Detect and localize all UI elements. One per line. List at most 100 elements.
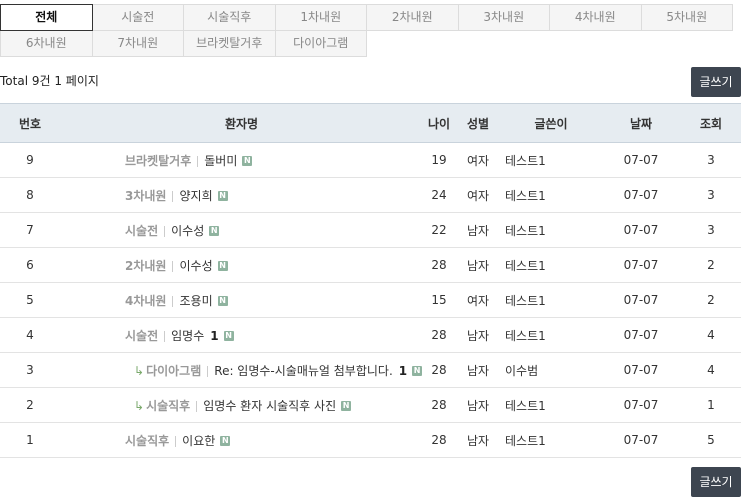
- table-row[interactable]: 7 시술전 이수성 N 22 남자 테스트1 07-07 3: [0, 212, 741, 248]
- date-cell: 07-07: [601, 317, 681, 353]
- table-row[interactable]: 4 시술전 임명수 1 N 28 남자 테스트1 07-07 4: [0, 317, 741, 353]
- views-cell: 3: [681, 177, 741, 213]
- sex-cell: 남자: [455, 422, 501, 458]
- category-label[interactable]: 시술전: [125, 329, 158, 343]
- date-cell: 07-07: [601, 387, 681, 423]
- header-writer: 글쓴이: [501, 103, 601, 143]
- new-icon: N: [242, 156, 253, 166]
- category-label[interactable]: 시술전: [125, 224, 158, 238]
- write-button-top[interactable]: 글쓰기: [691, 67, 741, 97]
- tab-4[interactable]: 1차내원: [274, 4, 367, 31]
- category-label[interactable]: 3차내원: [125, 189, 166, 203]
- writer-cell[interactable]: 테스트1: [501, 422, 601, 458]
- post-title-link[interactable]: 양지희: [179, 189, 212, 203]
- tab-1[interactable]: 전체: [0, 4, 93, 31]
- age-cell: 28: [423, 247, 455, 283]
- tab-8[interactable]: 5차내원: [640, 4, 733, 31]
- post-title-link[interactable]: 조용미: [179, 294, 212, 308]
- tab-10[interactable]: 7차내원: [91, 30, 184, 57]
- post-title-link[interactable]: 이수성: [179, 259, 212, 273]
- views-cell: 1: [681, 387, 741, 423]
- category-label[interactable]: 브라켓탈거후: [125, 154, 191, 168]
- divider: [172, 190, 174, 202]
- tab-6[interactable]: 3차내원: [457, 4, 550, 31]
- writer-cell[interactable]: 테스트1: [501, 142, 601, 178]
- header-sex: 성별: [455, 103, 501, 143]
- category-label[interactable]: 2차내원: [125, 259, 166, 273]
- header-views: 조회: [681, 103, 741, 143]
- date-cell: 07-07: [601, 247, 681, 283]
- category-label[interactable]: 4차내원: [125, 294, 166, 308]
- tab-5[interactable]: 2차내원: [366, 4, 459, 31]
- table-row[interactable]: 3 ↳ 다이아그램 Re: 임명수-시술매뉴얼 첨부합니다. 1 N 28 남자 이수범 07-0…: [0, 352, 741, 388]
- table-row[interactable]: 1 시술직후 이요한 N 28 남자 테스트1 07-07 5: [0, 422, 741, 458]
- divider: [196, 400, 198, 412]
- divider: [172, 295, 174, 307]
- table-row[interactable]: 2 ↳ 시술직후 임명수 환자 시술직후 사진 N 28 남자 테스트1 07-07 1: [0, 387, 741, 423]
- num-cell: 9: [0, 142, 60, 178]
- name-cell: 시술직후 이요한 N: [60, 422, 423, 458]
- name-cell: 시술전 이수성 N: [60, 212, 423, 248]
- name-cell: 시술전 임명수 1 N: [60, 317, 423, 353]
- tab-2[interactable]: 시술전: [91, 4, 184, 31]
- writer-cell[interactable]: 테스트1: [501, 282, 601, 318]
- tab-9[interactable]: 6차내원: [0, 30, 93, 57]
- date-cell: 07-07: [601, 177, 681, 213]
- sex-cell: 여자: [455, 282, 501, 318]
- category-label[interactable]: 다이아그램: [146, 364, 201, 378]
- name-cell: 2차내원 이수성 N: [60, 247, 423, 283]
- post-title-link[interactable]: 돌버미: [204, 154, 237, 168]
- comment-count: 1: [210, 328, 219, 343]
- new-icon: N: [412, 366, 423, 376]
- num-cell: 3: [0, 352, 60, 388]
- table-row[interactable]: 8 3차내원 양지희 N 24 여자 테스트1 07-07 3: [0, 177, 741, 213]
- post-title-link[interactable]: 임명수: [171, 329, 204, 343]
- writer-cell[interactable]: 테스트1: [501, 177, 601, 213]
- age-cell: 28: [423, 387, 455, 423]
- write-button-bottom[interactable]: 글쓰기: [691, 467, 741, 497]
- views-cell: 3: [681, 142, 741, 178]
- sex-cell: 남자: [455, 247, 501, 283]
- post-title-link[interactable]: 임명수 환자 시술직후 사진: [203, 399, 336, 413]
- age-cell: 28: [423, 352, 455, 388]
- sex-cell: 여자: [455, 142, 501, 178]
- divider: [172, 260, 174, 272]
- tab-12[interactable]: 다이아그램: [274, 30, 367, 57]
- header-name: 환자명: [60, 103, 423, 143]
- header-date: 날짜: [601, 103, 681, 143]
- new-icon: N: [341, 401, 352, 411]
- post-title-link[interactable]: 이수성: [171, 224, 204, 238]
- tab-11[interactable]: 브라켓탈거후: [183, 30, 276, 57]
- name-cell: 4차내원 조용미 N: [60, 282, 423, 318]
- reply-arrow-icon: ↳: [134, 363, 145, 378]
- table-header-row: 번호 환자명 나이 성별 글쓴이 날짜 조회: [0, 103, 741, 143]
- category-label[interactable]: 시술직후: [125, 434, 169, 448]
- name-cell: 3차내원 양지희 N: [60, 177, 423, 213]
- writer-cell[interactable]: 테스트1: [501, 387, 601, 423]
- sex-cell: 남자: [455, 317, 501, 353]
- age-cell: 15: [423, 282, 455, 318]
- table-row[interactable]: 6 2차내원 이수성 N 28 남자 테스트1 07-07 2: [0, 247, 741, 283]
- age-cell: 24: [423, 177, 455, 213]
- reply-arrow-icon: ↳: [134, 398, 145, 413]
- num-cell: 2: [0, 387, 60, 423]
- name-cell: 브라켓탈거후 돌버미 N: [60, 142, 423, 178]
- header-num: 번호: [0, 103, 60, 143]
- writer-cell[interactable]: 테스트1: [501, 317, 601, 353]
- new-icon: N: [220, 436, 231, 446]
- age-cell: 28: [423, 422, 455, 458]
- table-row[interactable]: 5 4차내원 조용미 N 15 여자 테스트1 07-07 2: [0, 282, 741, 318]
- post-title-link[interactable]: Re: 임명수-시술매뉴얼 첨부합니다.: [214, 364, 393, 378]
- writer-cell[interactable]: 테스트1: [501, 247, 601, 283]
- tab-3[interactable]: 시술직후: [183, 4, 276, 31]
- writer-cell[interactable]: 테스트1: [501, 212, 601, 248]
- new-icon: N: [217, 261, 228, 271]
- category-label[interactable]: 시술직후: [146, 399, 190, 413]
- divider: [197, 155, 199, 167]
- tab-7[interactable]: 4차내원: [549, 4, 642, 31]
- date-cell: 07-07: [601, 422, 681, 458]
- table-row[interactable]: 9 브라켓탈거후 돌버미 N 19 여자 테스트1 07-07 3: [0, 142, 741, 178]
- post-title-link[interactable]: 이요한: [182, 434, 215, 448]
- writer-cell[interactable]: 이수범: [501, 352, 601, 388]
- post-table: 번호 환자명 나이 성별 글쓴이 날짜 조회 9 브라켓탈거후 돌버미 N 19 여자 테스…: [0, 103, 741, 458]
